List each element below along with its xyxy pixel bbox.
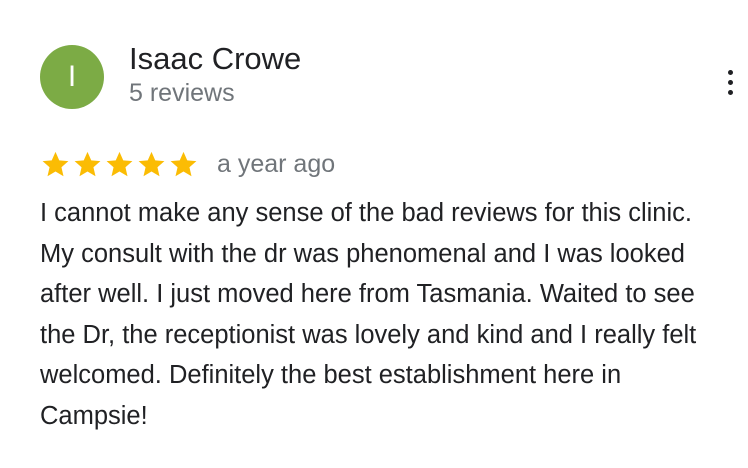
more-vert-icon-dot xyxy=(727,79,733,85)
star-icon xyxy=(170,151,197,176)
avatar[interactable]: I xyxy=(40,45,104,109)
star-icon xyxy=(138,151,165,176)
review-time: a year ago xyxy=(217,150,336,178)
review-meta: a year ago xyxy=(40,146,335,182)
reviewer-name[interactable]: Isaac Crowe xyxy=(129,40,301,78)
avatar-initial: I xyxy=(67,60,77,93)
review-text: I cannot make any sense of the bad revie… xyxy=(40,199,697,430)
star-icon xyxy=(74,151,101,176)
reviewer-review-count: 5 reviews xyxy=(129,79,235,107)
more-vert-icon xyxy=(727,69,733,75)
reviewer-info: Isaac Crowe 5 reviews xyxy=(129,40,301,108)
star-icon xyxy=(42,151,69,176)
more-vert-icon-dot xyxy=(727,89,733,95)
more-options-button[interactable] xyxy=(712,62,748,102)
star-icon xyxy=(106,151,133,176)
review-card: I Isaac Crowe 5 reviews a year ago I can… xyxy=(0,0,748,468)
star-rating xyxy=(40,149,199,180)
